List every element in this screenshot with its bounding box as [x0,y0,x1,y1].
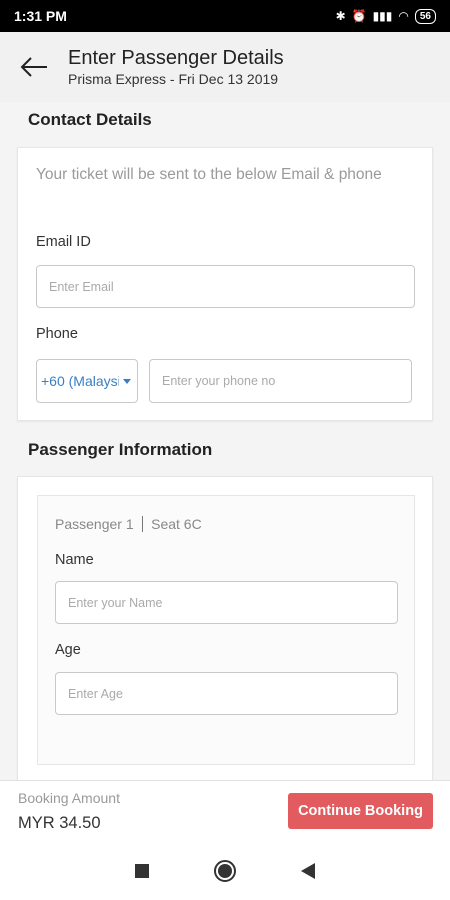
caret-down-icon [123,378,131,384]
email-field[interactable] [36,265,415,308]
wifi-icon: ◠ [398,9,409,23]
booking-bar: Booking Amount MYR 34.50 Continue Bookin… [0,780,450,842]
name-label: Name [55,552,94,568]
home-button[interactable] [205,851,245,891]
passenger-card: Passenger 1 Seat 6C Name Age [17,476,433,786]
status-bar: 1:31 PM ✱ ⏰ ▮▮▮ ◠ 56 [0,0,450,32]
phone-label: Phone [36,326,78,342]
passenger-heading: Passenger 1 Seat 6C [55,516,202,532]
system-nav-bar [0,842,450,900]
status-time: 1:31 PM [14,8,67,24]
booking-amount-value: MYR 34.50 [18,814,101,832]
age-field[interactable] [55,672,398,715]
back-button[interactable] [0,32,68,102]
passenger-section-title: Passenger Information [28,440,213,459]
country-code-value: +60 (Malaysia) [41,373,119,389]
passenger-label: Passenger 1 [55,516,134,532]
continue-booking-button[interactable]: Continue Booking [288,793,433,829]
recents-button[interactable] [122,851,162,891]
circle-icon [213,860,236,882]
age-label: Age [55,642,81,658]
arrow-left-icon [20,57,47,77]
country-code-select[interactable]: +60 (Malaysia) [36,359,138,403]
back-nav-button[interactable] [288,851,328,891]
bluetooth-icon: ✱ [335,9,346,23]
separator [141,516,144,532]
header-text: Enter Passenger Details Prisma Express -… [68,46,284,88]
triangle-back-icon [301,863,316,879]
contact-section-title: Contact Details [28,110,152,129]
contact-card: Your ticket will be sent to the below Em… [17,147,433,421]
phone-field[interactable] [149,359,412,403]
name-field[interactable] [55,581,398,624]
contact-note: Your ticket will be sent to the below Em… [36,166,382,183]
signal-icon: ▮▮▮ [372,9,393,23]
alarm-icon: ⏰ [351,9,367,23]
passenger-1-card: Passenger 1 Seat 6C Name Age [37,495,415,765]
square-icon [134,864,149,878]
page-title: Enter Passenger Details [68,47,284,69]
status-icons: ✱ ⏰ ▮▮▮ ◠ 56 [335,8,436,24]
email-label: Email ID [36,234,91,250]
app-header: Enter Passenger Details Prisma Express -… [0,32,450,102]
seat-label: Seat 6C [151,516,202,532]
page-subtitle: Prisma Express - Fri Dec 13 2019 [68,71,279,87]
battery-icon: 56 [414,8,436,24]
booking-amount-label: Booking Amount [18,790,120,806]
